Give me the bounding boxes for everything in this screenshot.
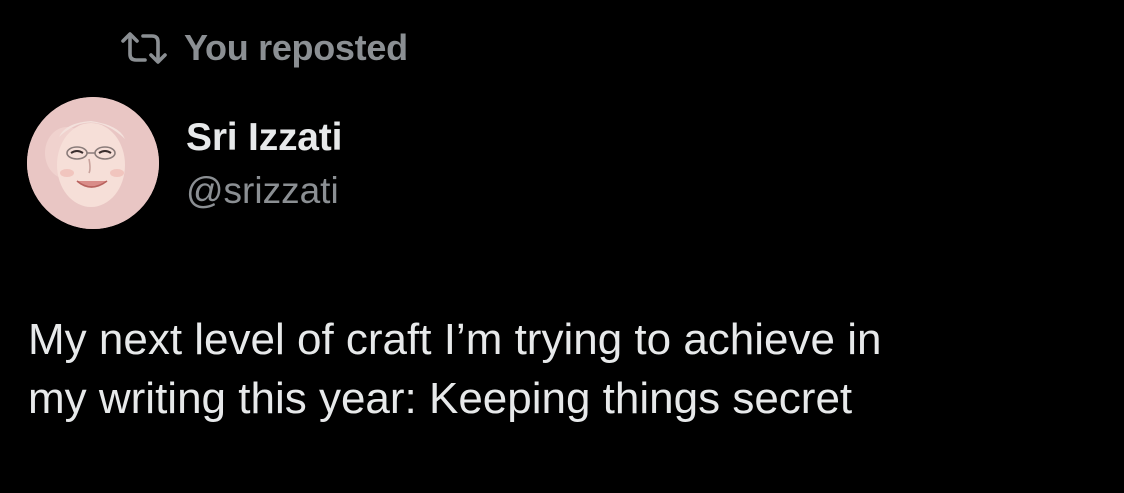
avatar[interactable] [27,97,159,229]
tweet-text-line: My next level of craft I’m trying to ach… [28,315,882,364]
tweet-text-line: my writing this year: Keeping things sec… [28,374,853,423]
author-handle[interactable]: @srizzati [186,170,339,212]
repost-indicator: You reposted [118,26,408,70]
avatar-photo [27,97,159,229]
author-name[interactable]: Sri Izzati [186,116,342,160]
repost-icon [118,28,170,68]
tweet-text: My next level of craft I’m trying to ach… [28,310,1098,428]
repost-label: You reposted [184,27,408,68]
